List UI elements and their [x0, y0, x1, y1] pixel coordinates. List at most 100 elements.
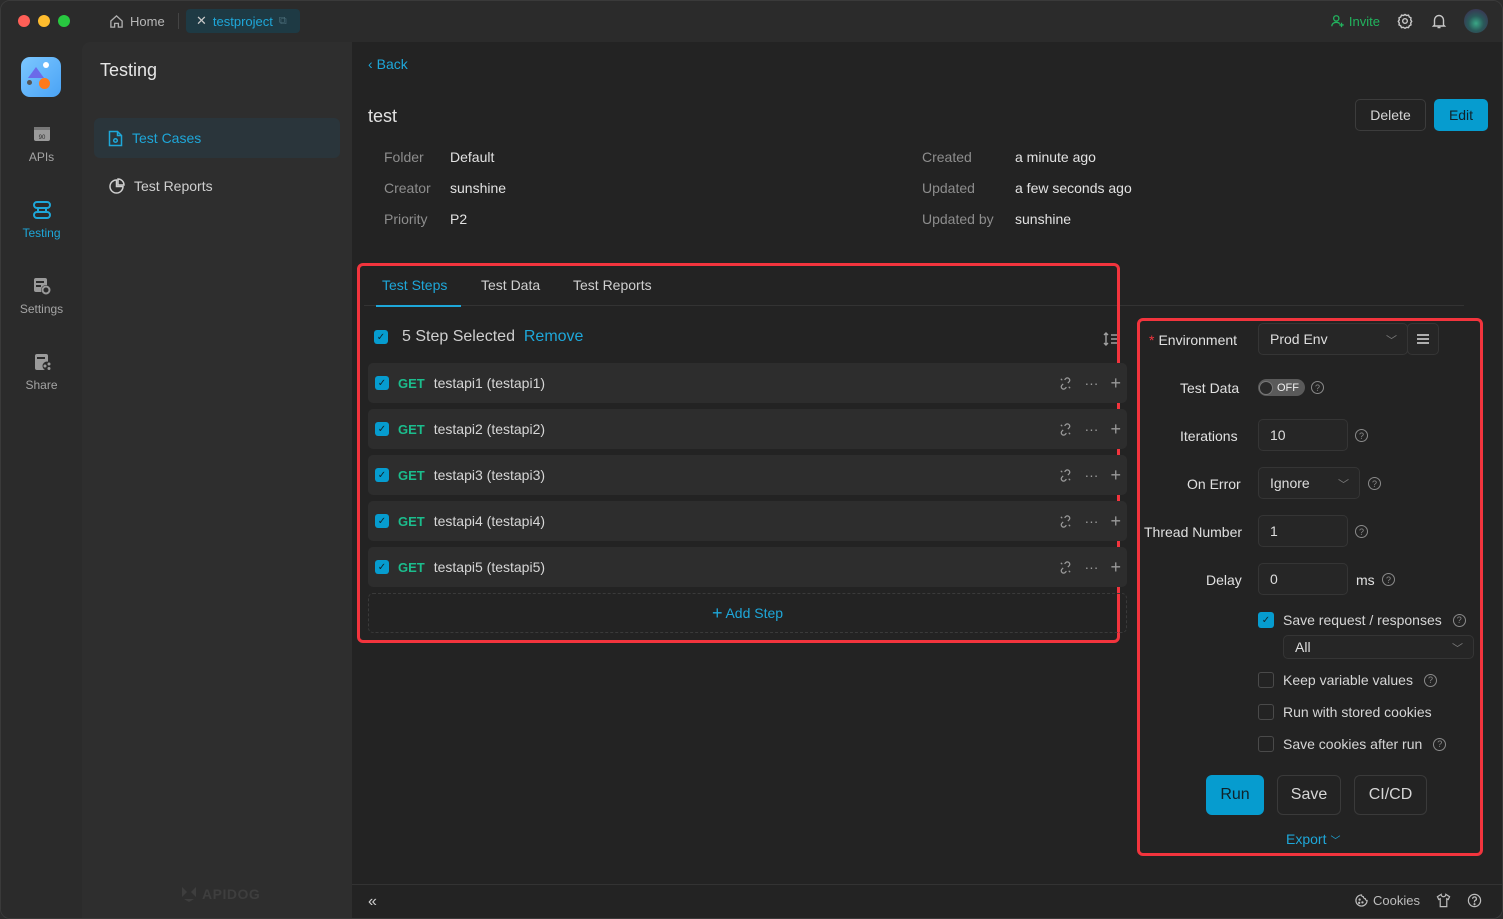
invite-button[interactable]: Invite: [1331, 14, 1380, 29]
sidebar-item-test-cases[interactable]: Test Cases: [94, 118, 340, 158]
on-error-select[interactable]: Ignore ﹀: [1258, 467, 1360, 499]
keep-variable-values-label: Keep variable values: [1283, 672, 1413, 688]
more-options-icon[interactable]: ···: [1084, 467, 1098, 483]
maximize-window-button[interactable]: [58, 15, 70, 27]
sort-steps-icon[interactable]: [1102, 331, 1118, 350]
cookies-button[interactable]: Cookies: [1355, 893, 1420, 908]
keep-variable-values-option[interactable]: Keep variable values ?: [1258, 672, 1437, 688]
close-window-button[interactable]: [18, 15, 30, 27]
save-scope-select[interactable]: All ﹀: [1283, 635, 1474, 659]
document-icon: [108, 130, 123, 146]
edit-button[interactable]: Edit: [1434, 99, 1488, 131]
help-icon[interactable]: ?: [1423, 673, 1437, 687]
run-button[interactable]: Run: [1206, 775, 1264, 815]
sidebar-item-test-reports-label: Test Reports: [134, 178, 213, 194]
more-options-icon[interactable]: ···: [1084, 559, 1098, 575]
more-options-icon[interactable]: ···: [1084, 421, 1098, 437]
theme-shirt-icon[interactable]: [1436, 893, 1451, 908]
step-row[interactable]: ✓ GET testapi2 (testapi2) ··· +: [368, 409, 1127, 449]
step-name: testapi1 (testapi1): [433, 375, 546, 391]
help-icon[interactable]: ?: [1433, 737, 1447, 751]
step-checkbox[interactable]: ✓: [375, 560, 389, 574]
add-step-button[interactable]: + Add Step: [368, 593, 1127, 633]
rail-item-apis[interactable]: 90 APIs: [1, 124, 82, 164]
run-with-stored-cookies-option[interactable]: Run with stored cookies: [1258, 704, 1432, 720]
cicd-button[interactable]: CI/CD: [1354, 775, 1427, 815]
save-cookies-after-run-option[interactable]: Save cookies after run ?: [1258, 736, 1447, 752]
chevron-down-icon: ﹀: [1452, 643, 1463, 655]
add-icon[interactable]: +: [1110, 511, 1121, 532]
save-request-responses-option[interactable]: ✓ Save request / responses ?: [1258, 612, 1466, 628]
step-row[interactable]: ✓ GET testapi4 (testapi4) ··· +: [368, 501, 1127, 541]
unlink-icon[interactable]: [1059, 514, 1072, 528]
home-icon: [110, 14, 123, 28]
add-icon[interactable]: +: [1110, 557, 1121, 578]
iterations-input[interactable]: 10: [1258, 419, 1348, 451]
add-icon[interactable]: +: [1110, 373, 1121, 394]
environment-select[interactable]: Prod Env ﹀: [1258, 323, 1408, 355]
step-name: testapi4 (testapi4): [433, 513, 546, 529]
step-checkbox[interactable]: ✓: [375, 514, 389, 528]
help-icon[interactable]: ?: [1355, 525, 1368, 538]
run-with-stored-cookies-checkbox[interactable]: [1258, 704, 1274, 720]
help-icon[interactable]: ?: [1382, 573, 1395, 586]
export-dropdown[interactable]: Export ﹀: [1286, 831, 1340, 847]
sidebar-title: Testing: [100, 60, 158, 80]
keep-variable-values-checkbox[interactable]: [1258, 672, 1274, 688]
remove-selected-link[interactable]: Remove: [524, 328, 584, 345]
svg-text:90: 90: [38, 135, 45, 141]
meta-value: sunshine: [1015, 211, 1072, 227]
rail-item-testing[interactable]: Testing: [1, 200, 82, 240]
close-icon[interactable]: ✕: [196, 13, 207, 29]
app-window: Home ✕ testproject ⧉ Invite 90 APIs Test…: [0, 0, 1503, 919]
step-checkbox[interactable]: ✓: [375, 376, 389, 390]
minimize-window-button[interactable]: [38, 15, 50, 27]
iterations-value: 10: [1270, 427, 1286, 443]
toggle-label: OFF: [1277, 381, 1299, 394]
rail-item-share[interactable]: Share: [1, 352, 82, 392]
delete-button[interactable]: Delete: [1355, 99, 1426, 131]
settings-gear-icon[interactable]: [1396, 12, 1414, 30]
save-cookies-after-run-checkbox[interactable]: [1258, 736, 1274, 752]
step-checkbox[interactable]: ✓: [375, 468, 389, 482]
environment-manage-button[interactable]: [1407, 323, 1439, 355]
sidebar-item-test-reports[interactable]: Test Reports: [94, 166, 340, 206]
step-row[interactable]: ✓ GET testapi5 (testapi5) ··· +: [368, 547, 1127, 587]
tab-testproject[interactable]: ✕ testproject ⧉: [186, 9, 300, 33]
thread-number-input[interactable]: 1: [1258, 515, 1348, 547]
tab-home[interactable]: Home: [109, 10, 165, 32]
delay-input[interactable]: 0: [1258, 563, 1348, 595]
select-all-checkbox[interactable]: ✓: [374, 330, 388, 344]
rail-item-settings[interactable]: Settings: [1, 276, 82, 316]
unlink-icon[interactable]: [1059, 560, 1072, 574]
more-options-icon[interactable]: ···: [1084, 375, 1098, 391]
unlink-icon[interactable]: [1059, 376, 1072, 390]
open-external-icon[interactable]: ⧉: [279, 15, 287, 28]
user-avatar[interactable]: [1464, 9, 1488, 33]
required-mark: *: [1149, 332, 1155, 348]
more-options-icon[interactable]: ···: [1084, 513, 1098, 529]
step-actions: ··· +: [1059, 455, 1121, 495]
meta-folder: Folder Default: [384, 149, 494, 165]
step-checkbox[interactable]: ✓: [375, 422, 389, 436]
save-button[interactable]: Save: [1277, 775, 1341, 815]
unlink-icon[interactable]: [1059, 422, 1072, 436]
collapse-sidebar-icon[interactable]: «: [368, 893, 377, 911]
test-data-toggle[interactable]: OFF: [1258, 379, 1305, 396]
add-icon[interactable]: +: [1110, 419, 1121, 440]
step-row[interactable]: ✓ GET testapi1 (testapi1) ··· +: [368, 363, 1127, 403]
notification-bell-icon[interactable]: [1430, 12, 1448, 30]
unlink-icon[interactable]: [1059, 468, 1072, 482]
save-request-responses-checkbox[interactable]: ✓: [1258, 612, 1274, 628]
http-method: GET: [398, 513, 425, 529]
step-row[interactable]: ✓ GET testapi3 (testapi3) ··· +: [368, 455, 1127, 495]
meta-key: Creator: [384, 180, 431, 196]
back-link[interactable]: ‹ Back: [368, 56, 408, 72]
help-icon[interactable]: ?: [1355, 429, 1368, 442]
help-icon[interactable]: ?: [1368, 477, 1381, 490]
add-icon[interactable]: +: [1110, 465, 1121, 486]
help-icon[interactable]: ?: [1311, 381, 1324, 394]
tab-home-label: Home: [130, 13, 165, 29]
help-icon[interactable]: ?: [1452, 613, 1466, 627]
help-circle-icon[interactable]: [1467, 893, 1482, 908]
